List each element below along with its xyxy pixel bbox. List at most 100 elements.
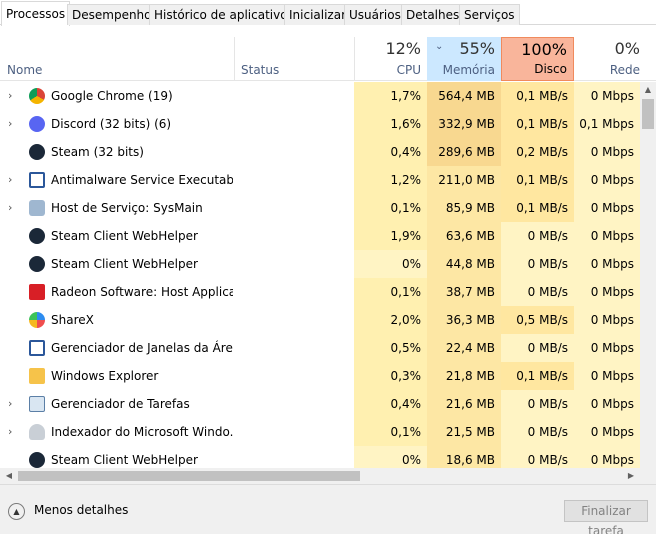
cpu-value: 1,7% (354, 82, 427, 110)
disk-total-percent: 100% (521, 40, 567, 59)
table-row[interactable]: ShareX 2,0% 36,3 MB 0,5 MB/s 0 Mbps (0, 306, 640, 334)
cpu-total-percent: 12% (385, 39, 421, 58)
memory-value: 63,6 MB (427, 222, 501, 250)
chevron-up-icon[interactable]: ▲ (8, 503, 25, 520)
scroll-left-icon[interactable]: ◀ (2, 468, 16, 484)
chevron-right-icon[interactable]: › (8, 166, 18, 194)
network-value: 0 Mbps (574, 82, 640, 110)
memory-value: 211,0 MB (427, 166, 501, 194)
network-value: 0,1 Mbps (574, 110, 640, 138)
column-header-cpu[interactable]: 12% CPU (354, 37, 427, 81)
network-total-percent: 0% (614, 39, 640, 58)
table-row[interactable]: Steam Client WebHelper 0% 44,8 MB 0 MB/s 0 M… (0, 250, 640, 278)
process-name: Steam Client WebHelper (51, 229, 198, 243)
memory-value: 332,9 MB (427, 110, 501, 138)
disk-value: 0 MB/s (501, 446, 574, 468)
memory-value: 38,7 MB (427, 278, 501, 306)
table-row[interactable]: Steam Client WebHelper 0% 18,6 MB 0 MB/s 0 M… (0, 446, 640, 468)
vertical-scrollbar[interactable]: ▲ (640, 82, 656, 468)
column-header-memory[interactable]: ⌄ 55% Memória (427, 37, 501, 81)
column-label-network: Rede (609, 63, 640, 77)
cpu-value: 0% (354, 446, 427, 468)
tab-servicos[interactable]: Serviços (459, 4, 520, 25)
disk-value: 0 MB/s (501, 278, 574, 306)
network-value: 0 Mbps (574, 362, 640, 390)
cpu-value: 2,0% (354, 306, 427, 334)
memory-value: 21,5 MB (427, 418, 501, 446)
column-label-disk: Disco (534, 62, 567, 76)
column-header-name[interactable]: Nome (0, 37, 234, 81)
vertical-scroll-thumb[interactable] (642, 99, 654, 129)
sharex-icon (29, 312, 45, 328)
horizontal-scroll-thumb[interactable] (18, 471, 360, 481)
column-header-network[interactable]: 0% Rede (574, 37, 656, 81)
scroll-up-icon[interactable]: ▲ (640, 82, 656, 98)
table-row[interactable]: Windows Explorer 0,3% 21,8 MB 0,1 MB/s 0 Mbp… (0, 362, 640, 390)
column-label-cpu: CPU (396, 63, 421, 77)
chevron-right-icon[interactable]: › (8, 110, 18, 138)
network-value: 0 Mbps (574, 334, 640, 362)
column-label-memory: Memória (442, 63, 495, 77)
process-name: Gerenciador de Janelas da Área ... (51, 341, 233, 355)
tab-usuarios[interactable]: Usuários (344, 4, 406, 25)
cpu-value: 1,9% (354, 222, 427, 250)
steam-icon (29, 256, 45, 272)
table-row[interactable]: Steam (32 bits) 0,4% 289,6 MB 0,2 MB/s 0 Mbp… (0, 138, 640, 166)
network-value: 0 Mbps (574, 278, 640, 306)
steam-icon (29, 452, 45, 468)
tab-processos[interactable]: Processos (1, 1, 71, 26)
tab-detalhes[interactable]: Detalhes (401, 4, 465, 25)
table-row[interactable]: Gerenciador de Janelas da Área ... 0,5%22… (0, 334, 640, 362)
chevron-right-icon[interactable]: › (8, 418, 18, 446)
discord-icon (29, 116, 45, 132)
disk-value: 0 MB/s (501, 222, 574, 250)
memory-value: 36,3 MB (427, 306, 501, 334)
process-name: Windows Explorer (51, 369, 159, 383)
disk-value: 0,1 MB/s (501, 362, 574, 390)
end-task-button[interactable]: Finalizar tarefa (564, 500, 648, 534)
memory-value: 21,8 MB (427, 362, 501, 390)
horizontal-scrollbar[interactable]: ◀ ▶ (0, 468, 656, 484)
tab-bar: Processos Desempenho Histórico de aplica… (0, 0, 656, 26)
table-row[interactable]: › Google Chrome (19) 1,7% 564,4 MB 0,1 MB/s 0… (0, 82, 640, 110)
table-row[interactable]: › Gerenciador de Tarefas 0,4% 21,6 MB 0 MB/s… (0, 390, 640, 418)
chevron-right-icon[interactable]: › (8, 194, 18, 222)
network-value: 0 Mbps (574, 194, 640, 222)
chevron-right-icon[interactable]: › (8, 390, 18, 418)
chevron-right-icon[interactable]: › (8, 82, 18, 110)
footer-bar: ▲ Menos detalhes Finalizar tarefa (0, 484, 656, 534)
column-header-disk[interactable]: 100% Disco (501, 37, 574, 81)
table-row[interactable]: › Antimalware Service Executable 1,2% 211,0… (0, 166, 640, 194)
table-row[interactable]: Steam Client WebHelper 1,9% 63,6 MB 0 MB/s 0… (0, 222, 640, 250)
scroll-right-icon[interactable]: ▶ (624, 468, 638, 484)
disk-value: 0,1 MB/s (501, 82, 574, 110)
steam-icon (29, 144, 45, 160)
process-name: Steam Client WebHelper (51, 257, 198, 271)
cpu-value: 1,2% (354, 166, 427, 194)
table-row[interactable]: › Indexador do Microsoft Windo... 0,1% 21,5… (0, 418, 640, 446)
tab-historico[interactable]: Histórico de aplicativos (149, 4, 299, 25)
process-name: Google Chrome (19) (51, 89, 173, 103)
antimalware-icon (29, 172, 45, 188)
memory-value: 44,8 MB (427, 250, 501, 278)
chrome-icon (29, 88, 45, 104)
disk-value: 0,1 MB/s (501, 194, 574, 222)
network-value: 0 Mbps (574, 138, 640, 166)
less-details-link[interactable]: Menos detalhes (34, 503, 128, 517)
network-value: 0 Mbps (574, 250, 640, 278)
table-row[interactable]: › Discord (32 bits) (6) 1,6% 332,9 MB 0,1 MB… (0, 110, 640, 138)
column-header-status[interactable]: Status (234, 37, 354, 81)
table-row[interactable]: Radeon Software: Host Applicat... 0,1% 38,… (0, 278, 640, 306)
disk-value: 0 MB/s (501, 250, 574, 278)
memory-value: 289,6 MB (427, 138, 501, 166)
network-value: 0 Mbps (574, 390, 640, 418)
tab-desempenho[interactable]: Desempenho (67, 4, 157, 25)
cpu-value: 0% (354, 250, 427, 278)
network-value: 0 Mbps (574, 306, 640, 334)
service-host-icon (29, 200, 45, 216)
tab-inicializar[interactable]: Inicializar (284, 4, 352, 25)
column-label-status: Status (241, 63, 280, 77)
memory-value: 564,4 MB (427, 82, 501, 110)
process-name: Steam Client WebHelper (51, 453, 198, 467)
table-row[interactable]: › Host de Serviço: SysMain 0,1% 85,9 MB 0,1 … (0, 194, 640, 222)
